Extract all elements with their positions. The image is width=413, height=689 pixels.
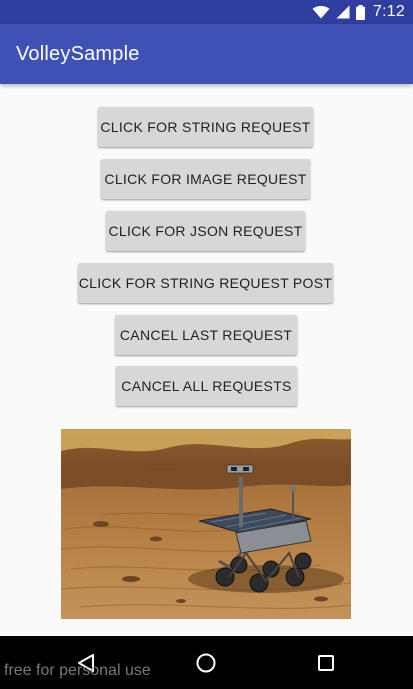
- mars-rover-image: [61, 429, 351, 619]
- status-time: 7:12: [373, 3, 405, 20]
- string-request-button[interactable]: CLICK FOR STRING REQUEST: [98, 107, 313, 147]
- home-icon[interactable]: [192, 649, 220, 677]
- status-bar: 7:12: [0, 0, 413, 24]
- back-icon[interactable]: [72, 649, 100, 677]
- battery-icon: [356, 4, 366, 20]
- main-content: CLICK FOR STRING REQUEST CLICK FOR IMAGE…: [0, 84, 413, 636]
- app-bar: VolleySample: [0, 24, 413, 84]
- image-request-button[interactable]: CLICK FOR IMAGE REQUEST: [101, 159, 310, 199]
- navigation-bar: [0, 636, 413, 689]
- string-request-post-button[interactable]: CLICK FOR STRING REQUEST POST: [78, 263, 333, 303]
- cancel-last-request-button[interactable]: CANCEL LAST REQUEST: [115, 315, 297, 355]
- wifi-icon: [312, 5, 330, 19]
- json-request-button[interactable]: CLICK FOR JSON REQUEST: [106, 211, 305, 251]
- cancel-all-requests-button[interactable]: CANCEL ALL REQUESTS: [116, 366, 297, 406]
- app-title: VolleySample: [16, 42, 140, 65]
- cell-signal-icon: [336, 5, 350, 19]
- recents-icon[interactable]: [312, 649, 340, 677]
